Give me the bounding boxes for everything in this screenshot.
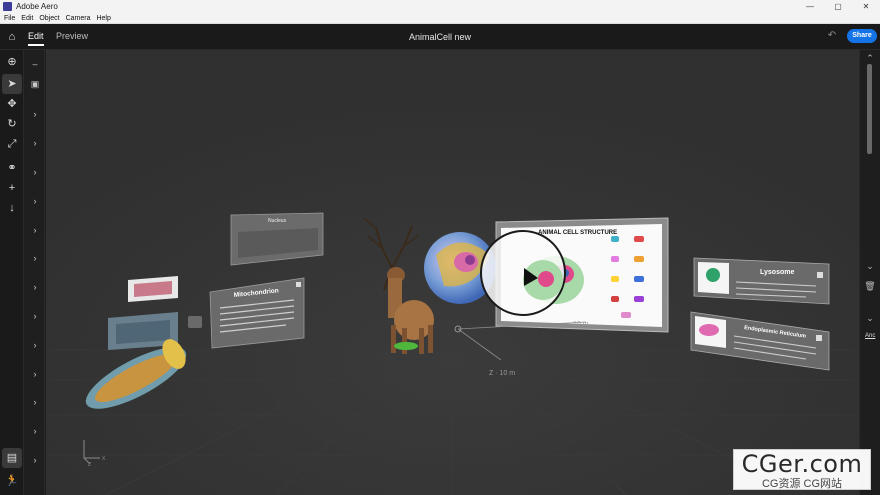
watermark-logo: CGer.com CG资源 CG网站 <box>733 449 871 490</box>
document-title: AnimalCell new <box>408 32 472 42</box>
app-header: ⌂ Edit Preview AnimalCell new ↶ Share <box>0 24 880 50</box>
scene-viewport[interactable]: Nucleus Mitochondrion ANIMAL CELL STRUCT… <box>46 50 859 495</box>
layer-chevron-icon[interactable]: › <box>29 252 41 264</box>
window-title: Adobe Aero <box>16 2 58 11</box>
tab-preview[interactable]: Preview <box>56 31 88 41</box>
layer-chevron-icon[interactable]: › <box>29 310 41 322</box>
collapse-icon[interactable]: – <box>29 58 41 70</box>
cell-board-title: ANIMAL CELL STRUCTURE <box>538 230 617 236</box>
menu-object[interactable]: Object <box>39 15 59 22</box>
close-icon[interactable]: ✕ <box>852 0 880 13</box>
chevron-down-icon[interactable]: ⌄ <box>864 260 876 272</box>
anchor-tab[interactable]: Anc <box>865 333 875 339</box>
layer-chevron-icon[interactable]: › <box>29 108 41 120</box>
drop-to-ground-icon[interactable]: ↓ <box>2 198 22 218</box>
chevron-up-icon[interactable]: ⌃ <box>864 52 876 64</box>
menu-edit[interactable]: Edit <box>21 15 33 22</box>
panel-scrollbar[interactable] <box>867 64 872 154</box>
layer-chevron-icon[interactable]: › <box>29 195 41 207</box>
layer-chevron-icon[interactable]: › <box>29 368 41 380</box>
aero-app-window: Adobe Aero — ▢ ✕ File Edit Object Camera… <box>0 0 880 495</box>
rotate-icon[interactable]: ↻ <box>2 114 22 134</box>
properties-panel: ⌃ ⌄ 🗑 ⌄ Anc <box>859 50 880 495</box>
archive-icon[interactable]: ▤ <box>2 448 22 468</box>
menu-camera[interactable]: Camera <box>66 15 91 22</box>
video-icon[interactable] <box>188 316 202 328</box>
axis-z-label: Z <box>88 462 91 468</box>
menu-bar: File Edit Object Camera Help <box>0 13 880 24</box>
watermark-line-1: CGer.com <box>741 450 863 478</box>
minimize-icon[interactable]: — <box>796 0 824 13</box>
undo-icon[interactable]: ↶ <box>826 30 838 42</box>
layer-chevron-icon[interactable]: › <box>29 454 41 466</box>
layer-chevron-icon[interactable]: › <box>29 166 41 178</box>
plus-icon[interactable]: + <box>2 178 22 198</box>
layer-chevron-icon[interactable]: › <box>29 137 41 149</box>
layers-column: – ▣ › › › › › › › › › › › › › <box>25 50 45 495</box>
trash-icon[interactable]: 🗑 <box>864 280 876 292</box>
image-layer-icon[interactable]: ▣ <box>29 78 41 90</box>
layer-chevron-icon[interactable]: › <box>29 396 41 408</box>
maximize-icon[interactable]: ▢ <box>824 0 852 13</box>
layer-chevron-icon[interactable]: › <box>29 339 41 351</box>
menu-help[interactable]: Help <box>96 15 110 22</box>
link-icon[interactable]: ⚭ <box>2 158 22 178</box>
layer-chevron-icon[interactable]: › <box>29 425 41 437</box>
share-button[interactable]: Share <box>847 29 877 43</box>
lysosome-info-card[interactable] <box>693 257 830 305</box>
left-toolbar: ⊕ ➤ ✥ ↻ ⤢ ⚭ + ↓ ▤ 🏃 <box>0 50 24 495</box>
window-controls: — ▢ ✕ <box>796 0 880 13</box>
behavior-runner-icon[interactable]: 🏃 <box>2 471 22 491</box>
select-arrow-icon[interactable]: ➤ <box>2 74 22 94</box>
z-distance-label: Z · 10 m <box>489 370 515 377</box>
magnifier-lens <box>480 230 566 316</box>
nucleus-card-title: Nucleus <box>268 218 287 224</box>
scale-icon[interactable]: ⤢ <box>2 134 22 154</box>
layer-chevron-icon[interactable]: › <box>29 281 41 293</box>
home-icon[interactable]: ⌂ <box>6 31 18 43</box>
chevron-down-icon[interactable]: ⌄ <box>864 312 876 324</box>
tab-edit[interactable]: Edit <box>28 31 44 46</box>
lysosome-card-title: Lysosome <box>760 269 794 276</box>
aero-app-icon <box>3 2 12 11</box>
move-icon[interactable]: ✥ <box>2 94 22 114</box>
window-title-bar: Adobe Aero — ▢ ✕ <box>0 0 880 13</box>
layer-chevron-icon[interactable]: › <box>29 224 41 236</box>
add-icon[interactable]: ⊕ <box>2 52 22 72</box>
cell-image-card[interactable] <box>128 276 178 302</box>
menu-file[interactable]: File <box>4 15 15 22</box>
watermark-line-2: CG资源 CG网站 <box>761 478 843 490</box>
x-distance-label: 10 m <box>573 321 589 328</box>
